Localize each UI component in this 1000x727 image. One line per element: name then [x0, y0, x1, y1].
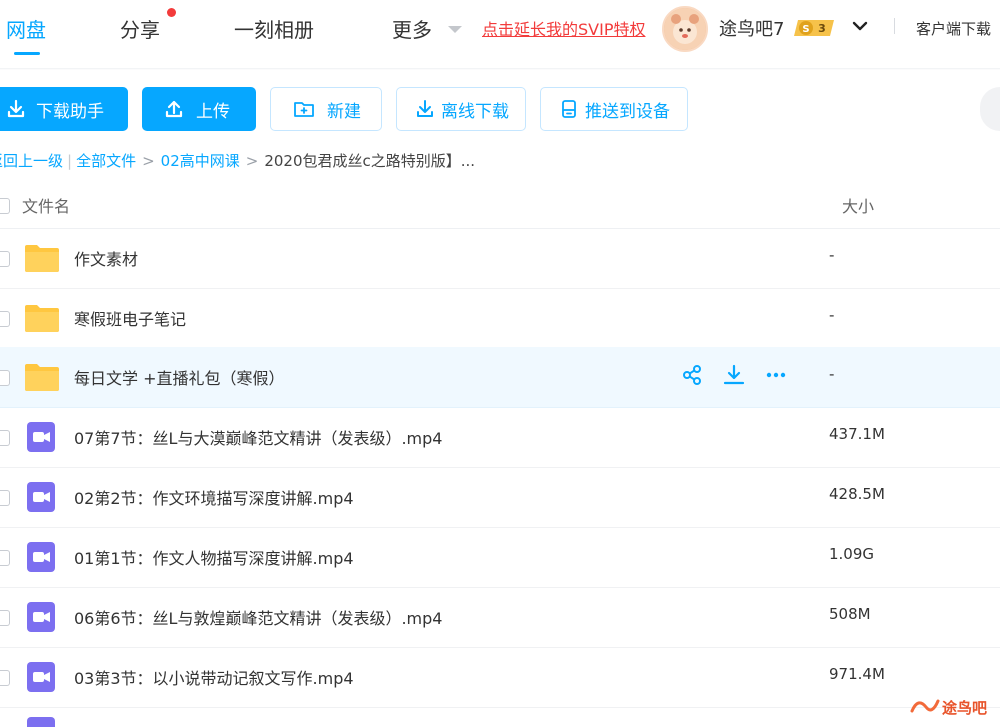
file-size: 508M [829, 605, 871, 623]
device-icon [559, 99, 579, 119]
breadcrumb-separator: > [245, 152, 259, 170]
watermark-text: 途鸟吧 [942, 699, 987, 717]
tab-more[interactable]: 更多 [392, 14, 432, 43]
more-icon[interactable] [764, 363, 788, 387]
row-checkbox[interactable] [0, 251, 10, 267]
download-helper-button[interactable]: 下载助手 [0, 87, 128, 131]
upload-label: 上传 [196, 101, 230, 122]
row-checkbox[interactable] [0, 490, 10, 506]
folder-icon [24, 242, 60, 274]
table-row[interactable]: 每日文学 +直播礼包（寒假） - [0, 347, 1000, 408]
back-link[interactable]: 返回上一级 [0, 152, 63, 170]
notification-dot [167, 8, 176, 17]
breadcrumb-current: 2020包君成丝c之路特别版】... [264, 152, 476, 170]
file-name[interactable]: 作文素材 [74, 246, 138, 270]
video-file-icon [24, 661, 60, 693]
breadcrumb: 返回上一级|全部文件 >02高中网课 >2020包君成丝c之路特别版】... [0, 150, 475, 171]
table-row[interactable]: 寒假班电子笔记 - [0, 288, 1000, 349]
select-all-checkbox[interactable] [0, 198, 10, 214]
file-size: - [829, 365, 835, 383]
row-actions [680, 363, 788, 387]
divider: | [67, 152, 73, 170]
tab-netdisk[interactable]: 网盘 [6, 14, 46, 43]
table-row[interactable]: 01第1节：作文人物描写深度讲解.mp4 1.09G [0, 527, 1000, 588]
video-file-icon [24, 541, 60, 573]
chevron-down-icon[interactable] [448, 26, 462, 33]
table-row[interactable]: 02第2节：作文环境描写深度讲解.mp4 428.5M [0, 467, 1000, 528]
offline-download-icon [415, 99, 435, 119]
new-label: 新建 [327, 101, 361, 122]
file-size: 1.09G [829, 545, 875, 563]
client-download-link[interactable]: 客户端下载 [916, 18, 991, 39]
offline-download-button[interactable]: 离线下载 [396, 87, 526, 131]
chevron-down-icon[interactable] [850, 16, 870, 36]
breadcrumb-folder[interactable]: 02高中网课 [161, 152, 240, 170]
video-file-icon [24, 421, 60, 453]
upload-button[interactable]: 上传 [142, 87, 256, 131]
tab-share[interactable]: 分享 [120, 14, 160, 43]
column-name-header[interactable]: 文件名 [22, 193, 70, 217]
push-to-device-button[interactable]: 推送到设备 [540, 87, 688, 131]
upload-icon [164, 99, 184, 119]
push-to-device-label: 推送到设备 [585, 101, 670, 122]
file-size: 971.4M [829, 665, 885, 683]
table-row[interactable]: 03第3节：以小说带动记叙文写作.mp4 971.4M [0, 647, 1000, 708]
folder-icon [24, 302, 60, 334]
download-helper-label: 下载助手 [36, 101, 104, 122]
download-icon[interactable] [722, 363, 746, 387]
file-size: 428.5M [829, 485, 885, 503]
table-header: 文件名 大小 [0, 184, 1000, 229]
row-checkbox[interactable] [0, 311, 10, 327]
file-size: - [829, 246, 835, 264]
file-size: - [829, 306, 835, 324]
column-size-header[interactable]: 大小 [842, 193, 874, 217]
divider [894, 18, 895, 34]
new-folder-icon [293, 99, 315, 119]
active-tab-indicator [14, 52, 40, 55]
file-name[interactable]: 03第3节：以小说带动记叙文写作.mp4 [74, 665, 354, 689]
video-file-icon [27, 717, 55, 727]
watermark-logo: 途鸟吧 [908, 693, 998, 723]
table-row[interactable]: 07第7节：丝L与大漠巅峰范文精讲（发表级）.mp4 437.1M [0, 407, 1000, 468]
row-checkbox[interactable] [0, 430, 10, 446]
svip-link[interactable]: 点击延长我的SVIP特权 [482, 16, 645, 40]
file-name[interactable]: 01第1节：作文人物描写深度讲解.mp4 [74, 545, 354, 569]
table-row[interactable]: 06第6节：丝L与敦煌巅峰范文精讲（发表级）.mp4 508M [0, 587, 1000, 648]
download-icon [6, 99, 26, 119]
file-size: 437.1M [829, 425, 885, 443]
table-row[interactable]: 作文素材 - [0, 228, 1000, 289]
svg-text:S: S [802, 24, 809, 35]
breadcrumb-separator: > [142, 152, 155, 170]
video-file-icon [24, 481, 60, 513]
offline-download-label: 离线下载 [441, 101, 509, 122]
nav-shadow [0, 68, 1000, 70]
video-file-icon [24, 601, 60, 633]
partial-row [24, 716, 60, 727]
folder-icon [24, 361, 60, 393]
avatar[interactable] [662, 6, 708, 52]
svg-text:3: 3 [818, 22, 826, 35]
file-name[interactable]: 02第2节：作文环境描写深度讲解.mp4 [74, 485, 354, 509]
share-icon[interactable] [680, 363, 704, 387]
file-name[interactable]: 07第7节：丝L与大漠巅峰范文精讲（发表级）.mp4 [74, 425, 442, 449]
tab-album[interactable]: 一刻相册 [234, 14, 314, 43]
row-checkbox[interactable] [0, 610, 10, 626]
top-nav: 网盘 分享 一刻相册 更多 点击延长我的SVIP特权 途鸟吧7 S 3 客户端下… [0, 0, 1000, 70]
file-name[interactable]: 寒假班电子笔记 [74, 306, 186, 330]
file-name[interactable]: 每日文学 +直播礼包（寒假） [74, 365, 285, 389]
search-box[interactable] [980, 87, 1000, 131]
row-checkbox[interactable] [0, 550, 10, 566]
row-checkbox[interactable] [0, 670, 10, 686]
file-name[interactable]: 06第6节：丝L与敦煌巅峰范文精讲（发表级）.mp4 [74, 605, 442, 629]
username[interactable]: 途鸟吧7 [719, 15, 784, 41]
new-folder-button[interactable]: 新建 [270, 87, 382, 131]
row-checkbox[interactable] [0, 370, 10, 386]
svip-level-badge: S 3 [794, 18, 838, 38]
breadcrumb-all-files[interactable]: 全部文件 [76, 152, 136, 170]
